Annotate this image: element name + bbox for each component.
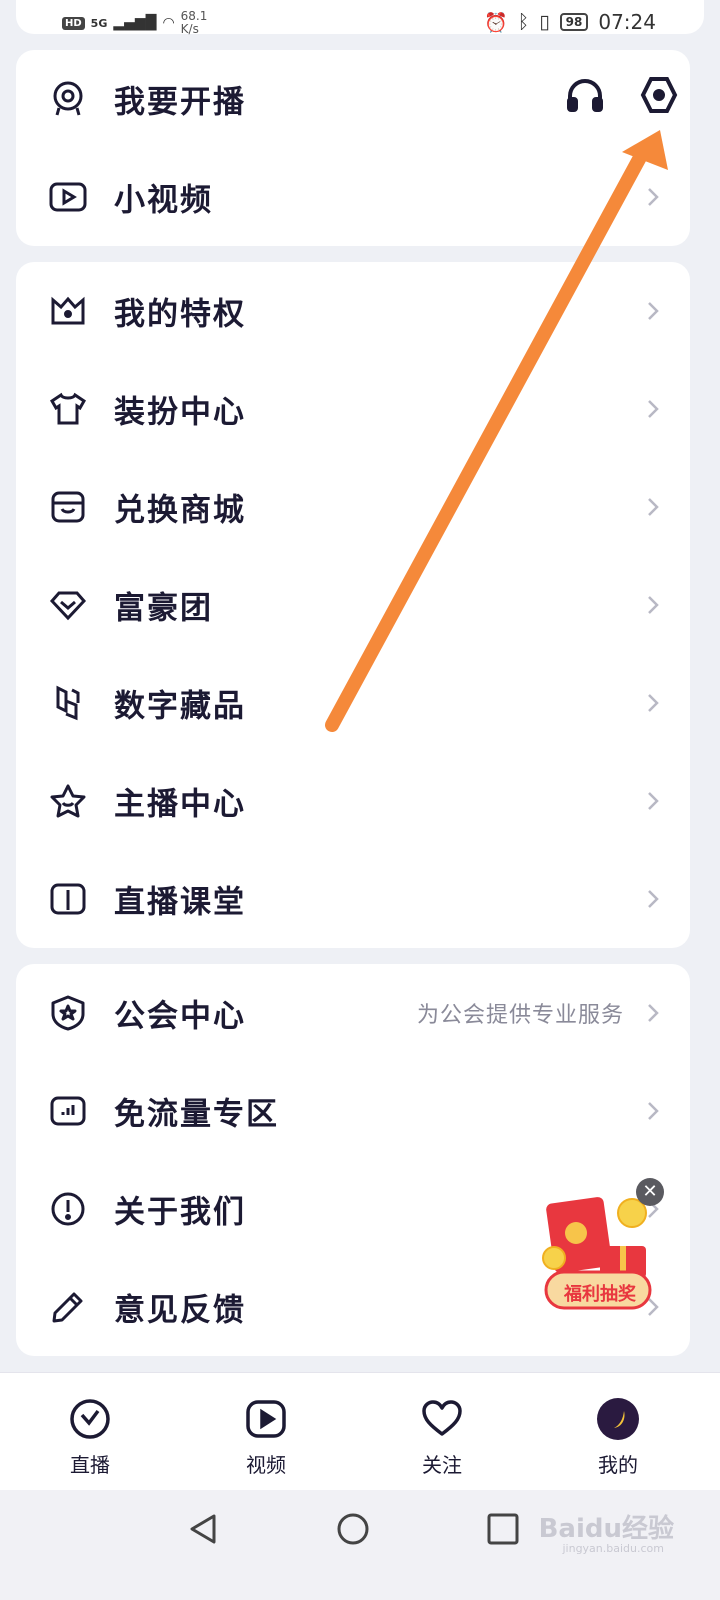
watermark-url: jingyan.baidu.com [562,1542,664,1555]
chevron-right-icon [648,792,659,810]
menu-item-privileges[interactable]: 我的特权 [16,262,690,360]
menu-label: 装扮中心 [114,394,246,431]
wifi-icon: ◠ [162,15,175,31]
menu-item-guild-center[interactable]: 公会中心 为公会提供专业服务 [16,964,690,1062]
chevron-right-icon [648,1004,659,1022]
signal-icon: ▂▄▆█ [113,15,157,31]
nav-tab-video[interactable]: 视频 [206,1397,326,1478]
hd-badge: HD [62,16,85,30]
menu-item-rich-club[interactable]: 富豪团 [16,556,690,654]
menu-item-free-data-zone[interactable]: 免流量专区 [16,1062,690,1160]
battery-indicator: 98 [559,13,589,31]
close-icon[interactable]: ✕ [636,1178,664,1206]
chevron-right-icon [648,188,659,206]
nav-label: 视频 [246,1453,286,1477]
bottom-nav: 直播 视频 关注 我的 [0,1372,720,1490]
menu-item-go-live[interactable]: 我要开播 [16,50,690,148]
menu-item-exchange-mall[interactable]: 兑换商城 [16,458,690,556]
network-speed: 68.1 K/s [181,10,208,36]
chevron-right-icon [648,694,659,712]
status-right: ⏰ ᛒ ▯ 98 07:24 [484,10,656,34]
chevron-right-icon [648,1102,659,1120]
status-bar: HD 5G ▂▄▆█ ◠ 68.1 K/s ⏰ ᛒ ▯ 98 07:24 [0,0,720,46]
menu-subtitle: 为公会提供专业服务 [416,1003,624,1028]
card-features: 我的特权 装扮中心 兑换商城 富豪团 数字藏品 主播中心 直播课堂 [16,262,690,948]
chevron-right-icon [648,498,659,516]
speed-value: 68.1 [180,9,208,23]
menu-item-digital-collectibles[interactable]: 数字藏品 [16,654,690,752]
menu-label: 主播中心 [114,786,246,823]
nav-label: 直播 [70,1453,110,1477]
avatar-icon [597,1398,639,1440]
menu-label: 我的特权 [114,296,246,333]
menu-label: 意见反馈 [114,1292,246,1329]
clock: 07:24 [598,10,656,34]
video-icon [246,1400,286,1438]
menu-label: 数字藏品 [114,688,246,725]
webcam-icon [48,79,88,119]
bluetooth-icon: ᛒ [517,11,530,33]
alarm-icon: ⏰ [484,11,508,34]
recents-icon[interactable] [486,1512,520,1546]
star-icon [48,781,88,821]
nav-tab-live[interactable]: 直播 [30,1397,150,1478]
watermark-brand: Baidu经验 [538,1514,674,1544]
menu-label: 免流量专区 [114,1096,279,1133]
chevron-right-icon [648,596,659,614]
card-live-video: 我要开播 小视频 [16,50,690,246]
menu-label: 关于我们 [114,1194,246,1231]
menu-label: 公会中心 [114,998,246,1035]
lottery-promo-widget[interactable]: 福利抽奖 ✕ [540,1178,670,1318]
promo-label: 福利抽奖 [564,1284,636,1305]
tshirt-icon [48,389,88,429]
collectible-icon [48,683,88,723]
info-icon [48,1189,88,1229]
chart-box-icon [48,1091,88,1131]
menu-label: 兑换商城 [114,492,246,529]
play-box-icon [48,177,88,217]
heart-icon [422,1400,462,1436]
headphones-icon[interactable] [564,74,606,116]
crown-icon [48,291,88,331]
chevron-right-icon [648,890,659,908]
back-icon[interactable] [186,1512,220,1546]
network-label: 5G [90,16,108,30]
store-icon [48,487,88,527]
diamond-icon [48,585,88,625]
live-icon [70,1399,110,1439]
menu-item-anchor-center[interactable]: 主播中心 [16,752,690,850]
chevron-right-icon [648,302,659,320]
nav-label: 关注 [422,1453,462,1477]
menu-label: 小视频 [114,182,213,219]
status-left: HD 5G ▂▄▆█ ◠ 68.1 K/s [62,10,207,36]
nav-label: 我的 [598,1453,638,1477]
settings-hex-icon[interactable] [638,74,680,116]
menu-label: 富豪团 [114,590,213,627]
home-icon[interactable] [336,1512,370,1546]
nav-tab-mine[interactable]: 我的 [558,1397,678,1478]
book-icon [48,879,88,919]
shield-icon [48,993,88,1033]
menu-label: 我要开播 [114,84,246,121]
speed-unit: K/s [180,22,199,36]
menu-item-short-video[interactable]: 小视频 [16,148,690,246]
chevron-right-icon [648,400,659,418]
menu-item-dressup[interactable]: 装扮中心 [16,360,690,458]
menu-item-live-classroom[interactable]: 直播课堂 [16,850,690,948]
pencil-icon [48,1287,88,1327]
menu-label: 直播课堂 [114,884,246,921]
nav-tab-follow[interactable]: 关注 [382,1397,502,1478]
vibrate-icon: ▯ [539,11,550,33]
